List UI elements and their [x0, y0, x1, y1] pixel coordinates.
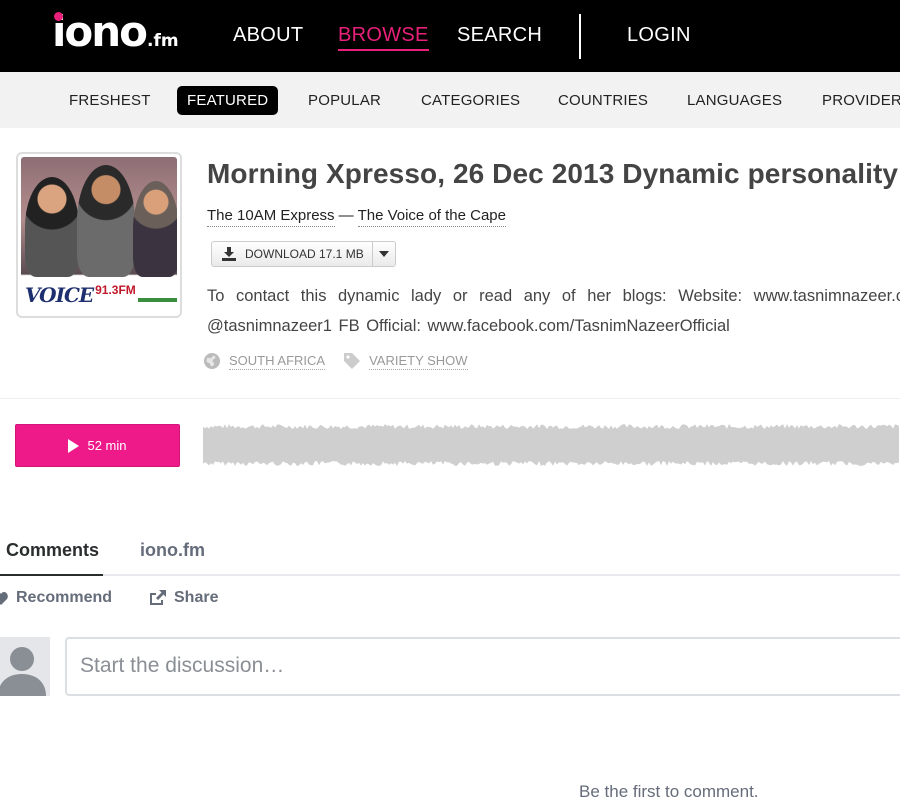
- comments-tabs: Comments iono.fm: [0, 536, 900, 576]
- recommend-button[interactable]: Recommend: [0, 589, 112, 607]
- top-navigation-bar: iono .fm ABOUT BROWSE SEARCH LOGIN: [0, 0, 900, 72]
- logo-text: iono: [52, 7, 148, 56]
- logo-suffix: .fm: [147, 31, 179, 51]
- active-tab-indicator: [0, 574, 103, 576]
- nav-search-link[interactable]: SEARCH: [457, 24, 542, 46]
- download-icon: [222, 247, 236, 261]
- tab-iono-fm[interactable]: iono.fm: [140, 540, 205, 561]
- download-button-group: DOWNLOAD 17.1 MB: [211, 241, 396, 267]
- station-logo-text: VOICE: [25, 283, 94, 307]
- download-dropdown-toggle[interactable]: [373, 242, 395, 266]
- iono-fm-logo[interactable]: iono .fm: [52, 7, 179, 56]
- category-navigation-bar: FRESHEST FEATURED POPULAR CATEGORIES COU…: [0, 72, 900, 128]
- station-logo-frequency: 91.3FM: [95, 283, 136, 297]
- nav-login-link[interactable]: LOGIN: [627, 24, 691, 46]
- download-label: DOWNLOAD 17.1 MB: [245, 247, 364, 261]
- cover-photo: VOICE 91.3FM: [21, 157, 177, 313]
- channel-link[interactable]: The Voice of the Cape: [357, 207, 506, 227]
- station-logo: VOICE 91.3FM: [21, 277, 177, 313]
- subnav-popular[interactable]: POPULAR: [308, 92, 381, 109]
- chevron-down-icon: [378, 251, 389, 257]
- recommend-label: Recommend: [16, 589, 113, 606]
- empty-comments-message: Be the first to comment.: [579, 782, 759, 800]
- subnav-freshest[interactable]: FRESHEST: [69, 92, 151, 109]
- episode-show-line: The 10AM Express — The Voice of the Cape: [207, 207, 506, 227]
- cover-person: [77, 165, 135, 277]
- nav-about-link[interactable]: ABOUT: [233, 24, 303, 46]
- subnav-countries[interactable]: COUNTRIES: [558, 92, 648, 109]
- share-label: Share: [174, 589, 219, 606]
- episode-title: Morning Xpresso, 26 Dec 2013 Dynamic per…: [207, 158, 899, 189]
- share-icon: [150, 590, 166, 605]
- show-link[interactable]: The 10AM Express: [207, 207, 335, 227]
- user-avatar: [0, 637, 50, 696]
- cover-person: [133, 181, 177, 277]
- logo-dot: [54, 12, 63, 21]
- cover-person: [25, 177, 79, 277]
- play-button[interactable]: 52 min: [15, 424, 180, 467]
- subnav-languages[interactable]: LANGUAGES: [687, 92, 782, 109]
- comment-input[interactable]: Start the discussion…: [65, 637, 900, 696]
- share-button[interactable]: Share: [149, 589, 218, 607]
- subnav-categories[interactable]: CATEGORIES: [421, 92, 520, 109]
- country-tag[interactable]: SOUTH AFRICA: [229, 353, 326, 370]
- nav-browse-link[interactable]: BROWSE: [338, 24, 429, 51]
- category-tag[interactable]: VARIETY SHOW: [369, 353, 468, 370]
- show-separator: —: [338, 207, 354, 224]
- play-duration: 52 min: [87, 438, 127, 453]
- subnav-providers[interactable]: PROVIDERS: [822, 92, 900, 109]
- section-divider: [0, 398, 900, 399]
- audio-waveform[interactable]: [203, 424, 900, 466]
- subnav-featured[interactable]: FEATURED: [177, 86, 279, 115]
- heart-icon: [0, 591, 8, 605]
- episode-description: To contact this dynamic lady or read any…: [207, 287, 900, 335]
- tab-comments[interactable]: Comments: [6, 540, 99, 561]
- play-icon: [68, 438, 80, 453]
- episode-cover-image[interactable]: VOICE 91.3FM: [16, 152, 182, 318]
- nav-divider: [579, 14, 581, 59]
- download-button[interactable]: DOWNLOAD 17.1 MB: [212, 242, 373, 266]
- avatar-placeholder-icon: [0, 647, 46, 696]
- station-logo-wave: [137, 298, 177, 302]
- globe-icon: [204, 353, 220, 369]
- tag-icon: [344, 353, 361, 369]
- episode-tags: SOUTH AFRICA VARIETY SHOW: [203, 352, 468, 370]
